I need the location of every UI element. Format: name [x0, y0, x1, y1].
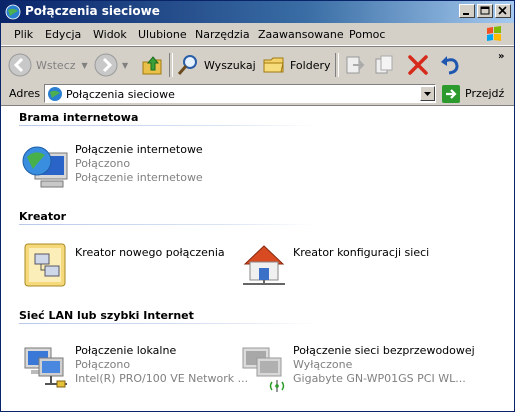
file-view: Brama internetowa Połączenie internetowe…: [1, 106, 514, 411]
back-button[interactable]: Wstecz ▼: [8, 51, 88, 79]
up-button[interactable]: [141, 51, 165, 79]
lan-connection-icon: [24, 347, 67, 388]
go-label: Przejdź: [465, 87, 505, 100]
item-status: Połączono: [75, 358, 131, 371]
move-to-button[interactable]: [343, 51, 367, 79]
menu-widok[interactable]: Widok: [93, 28, 127, 41]
explorer-window: Połączenia sieciowe Plik Edycja Widok Ul…: [0, 0, 515, 412]
back-arrow-icon: [8, 53, 32, 77]
group-divider: [19, 323, 319, 324]
item-name: Kreator konfiguracji sieci: [293, 246, 430, 259]
close-button[interactable]: [495, 4, 511, 18]
forward-arrow-icon: [94, 53, 118, 77]
toolbar-separator: [169, 53, 173, 77]
address-dropdown-button[interactable]: [420, 86, 435, 101]
menu-edycja[interactable]: Edycja: [45, 28, 81, 41]
item-name: Połączenie internetowe: [75, 143, 203, 156]
network-connections-icon: [5, 4, 21, 20]
chevron-down-icon: [424, 92, 431, 96]
folders-button[interactable]: Foldery: [262, 51, 331, 79]
group-header-wizard: Kreator: [19, 210, 67, 223]
window-title: Połączenia sieciowe: [25, 4, 160, 18]
undo-button[interactable]: [438, 51, 462, 79]
item-name: Połączenie lokalne: [75, 344, 177, 357]
move-to-icon: [346, 56, 365, 74]
forward-button[interactable]: ▼: [94, 51, 128, 79]
toolbar-separator: [335, 53, 339, 77]
address-input[interactable]: Połączenia sieciowe: [44, 84, 436, 103]
forward-dropdown-icon[interactable]: ▼: [122, 61, 128, 70]
group-divider: [19, 125, 319, 126]
group-header-lan: Sieć LAN lub szybki Internet: [19, 309, 194, 322]
menu-pomoc[interactable]: Pomoc: [349, 28, 385, 41]
toolbar-overflow-icon[interactable]: »: [498, 51, 504, 62]
folders-label: Foldery: [290, 58, 331, 72]
folders-icon: [263, 57, 284, 73]
group-divider: [19, 224, 319, 225]
menu-plik[interactable]: Plik: [14, 28, 33, 41]
item-detail: Połączenie internetowe: [75, 171, 203, 184]
windows-logo-icon: [481, 24, 507, 45]
back-dropdown-icon[interactable]: ▼: [82, 61, 88, 70]
network-setup-wizard-icon: [243, 245, 285, 285]
standard-toolbar: Wstecz ▼ ▼ Wyszukaj Foldery »: [1, 46, 514, 84]
item-status: Wyłączone: [293, 358, 353, 371]
menu-narzedzia[interactable]: Narzędzia: [195, 28, 250, 41]
menu-bar: Plik Edycja Widok Ulubione Narzędzia Zaa…: [1, 23, 514, 46]
maximize-button[interactable]: [477, 4, 493, 18]
up-folder-icon: [142, 56, 162, 75]
item-detail: Gigabyte GN-WP01GS PCI WL...: [293, 372, 466, 385]
address-bar: Adres Połączenia sieciowe Przejdź: [1, 83, 514, 106]
delete-button[interactable]: [406, 51, 430, 79]
item-name: Połączenie sieci bezprzewodowej: [293, 344, 475, 357]
copy-to-button[interactable]: [373, 51, 397, 79]
network-connections-icon: [48, 87, 62, 101]
item-detail: Intel(R) PRO/100 VE Network ...: [75, 372, 249, 385]
wireless-connection-icon: [242, 347, 285, 392]
maximize-icon: [480, 6, 490, 15]
search-label: Wyszukaj: [204, 58, 256, 72]
group-header-internet-gateway: Brama internetowa: [19, 111, 139, 124]
address-label: Adres: [9, 87, 41, 100]
search-button[interactable]: Wyszukaj: [176, 51, 256, 79]
internet-gateway-icon: [22, 146, 68, 188]
item-name: Kreator nowego połączenia: [75, 246, 225, 259]
back-label: Wstecz: [36, 58, 76, 72]
go-button[interactable]: Przejdź: [442, 84, 504, 103]
address-value: Połączenia sieciowe: [66, 88, 175, 101]
minimize-icon: [463, 13, 469, 15]
delete-icon: [408, 55, 428, 75]
undo-icon: [441, 56, 459, 75]
menu-zaawansowane[interactable]: Zaawansowane: [258, 28, 344, 41]
minimize-button[interactable]: [459, 4, 475, 18]
new-connection-wizard-icon: [24, 243, 66, 287]
search-icon: [177, 55, 197, 75]
menu-ulubione[interactable]: Ulubione: [138, 28, 187, 41]
title-bar[interactable]: Połączenia sieciowe: [1, 1, 514, 23]
go-arrow-icon: [442, 84, 460, 103]
item-status: Połączono: [75, 157, 131, 170]
copy-to-icon: [375, 55, 393, 74]
close-icon: [498, 6, 507, 15]
